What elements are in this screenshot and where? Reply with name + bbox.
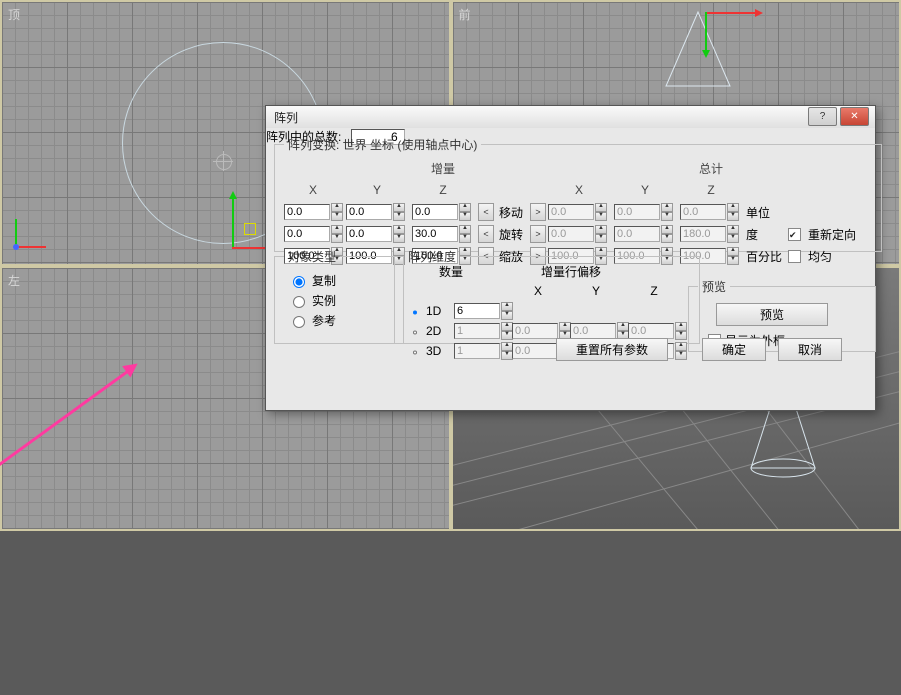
radio-instance[interactable]: 实例 [288, 292, 390, 309]
move-inc-z[interactable]: ▲▼ [412, 203, 474, 221]
viewport-label: 前 [459, 6, 471, 23]
move-tot-y[interactable]: ▲▼ [614, 203, 676, 221]
rot-right-btn[interactable]: > [530, 225, 546, 243]
dimensions-group: 阵列维度 数量 增量行偏移 X Y Z 1D ▲▼ 2D ▲▼ ▲▼ ▲▼ ▲▼… [394, 248, 700, 344]
close-button[interactable]: ✕ [840, 107, 869, 126]
label-1d: 1D [426, 304, 448, 318]
help-button[interactable]: ? [808, 107, 837, 126]
move-tot-z[interactable]: ▲▼ [680, 203, 742, 221]
row-move-label: 移动 [496, 204, 526, 221]
array-dialog: 阵列 ? ✕ 阵列变换: 世界 坐标 (使用轴点中心) 增量 总计 X Y Z … [265, 105, 876, 411]
radio-copy-label: 复制 [312, 272, 336, 289]
radio-3d[interactable] [413, 346, 417, 359]
count-header: 数量 [439, 263, 463, 280]
object-type-group: 对象类型 复制 实例 参考 [274, 248, 404, 344]
rot-inc-y[interactable]: ▲▼ [346, 225, 408, 243]
pivot-marker-icon [216, 154, 232, 170]
radio-1d[interactable] [413, 306, 417, 319]
axis-x: X [548, 183, 610, 197]
preview-button[interactable]: 预览 [716, 303, 828, 326]
rot-tot-y[interactable]: ▲▼ [614, 225, 676, 243]
ok-button[interactable]: 确定 [702, 338, 766, 361]
radio-reference-label: 参考 [312, 312, 336, 329]
move-tot-x[interactable]: ▲▼ [548, 203, 610, 221]
label-2d: 2D [426, 324, 448, 338]
header-total: 总计 [680, 160, 742, 177]
header-increment: 增量 [412, 160, 474, 177]
rot-inc-x[interactable]: ▲▼ [284, 225, 342, 243]
reset-button[interactable]: 重置所有参数 [556, 338, 668, 361]
rot-inc-z[interactable]: ▲▼ [412, 225, 474, 243]
dim-axis-x: X [512, 284, 564, 298]
row-rotate-label: 旋转 [496, 226, 526, 243]
move-inc-x[interactable]: ▲▼ [284, 203, 342, 221]
axis-x: X [284, 183, 342, 197]
cancel-button[interactable]: 取消 [778, 338, 842, 361]
viewport-label: 左 [8, 272, 20, 289]
count-3d[interactable]: ▲▼ [454, 342, 506, 360]
row-offset-header: 增量行偏移 [541, 263, 601, 280]
radio-instance-label: 实例 [312, 292, 336, 309]
count-1d[interactable]: ▲▼ [454, 302, 506, 320]
radio-copy[interactable]: 复制 [288, 272, 390, 289]
dim-axis-y: Y [570, 284, 622, 298]
count-2d[interactable]: ▲▼ [454, 322, 506, 340]
cone-shape [658, 8, 738, 88]
viewport-label: 顶 [8, 6, 20, 23]
radio-reference[interactable]: 参考 [288, 312, 390, 329]
rot-tot-x[interactable]: ▲▼ [548, 225, 610, 243]
axis-z: Z [680, 183, 742, 197]
move-right-btn[interactable]: > [530, 203, 546, 221]
titlebar[interactable]: 阵列 ? ✕ [266, 106, 875, 129]
object-type-legend: 对象类型 [284, 248, 340, 265]
axis-y: Y [614, 183, 676, 197]
dialog-title: 阵列 [266, 109, 298, 126]
move-left-btn[interactable]: < [478, 203, 494, 221]
unit-move: 单位 [746, 204, 784, 221]
uniform-label: 均匀 [808, 248, 862, 265]
rot-tot-z[interactable]: ▲▼ [680, 225, 742, 243]
move-inc-y[interactable]: ▲▼ [346, 203, 408, 221]
axis-z: Z [412, 183, 474, 197]
radio-2d[interactable] [413, 326, 417, 339]
transform-legend: 阵列变换: 世界 坐标 (使用轴点中心) [284, 136, 481, 153]
axis-y: Y [346, 183, 408, 197]
unit-rotate: 度 [746, 226, 784, 243]
world-axis-icon [10, 213, 50, 256]
uniform-checkbox[interactable] [788, 250, 804, 263]
reorient-checkbox[interactable] [788, 228, 804, 241]
unit-scale: 百分比 [746, 248, 784, 265]
reorient-label: 重新定向 [808, 226, 862, 243]
label-3d: 3D [426, 344, 448, 358]
transform-group: 阵列变换: 世界 坐标 (使用轴点中心) 增量 总计 X Y Z X Y Z ▲… [274, 136, 882, 252]
preview-legend: 预览 [698, 278, 730, 295]
rot-left-btn[interactable]: < [478, 225, 494, 243]
dim-axis-z: Z [628, 284, 680, 298]
